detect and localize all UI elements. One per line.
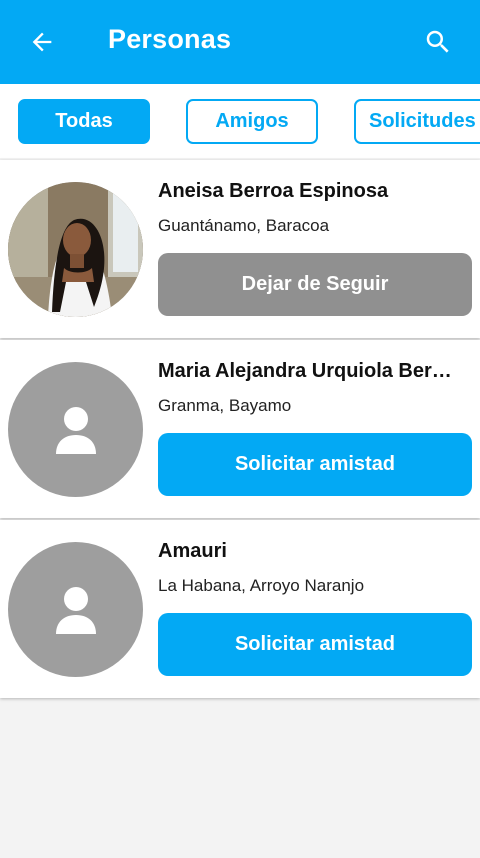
person-placeholder-icon xyxy=(55,406,96,454)
app-bar: Personas xyxy=(0,0,480,84)
person-card: Aneisa Berroa Espinosa Guantánamo, Barac… xyxy=(0,160,480,338)
request-friendship-button[interactable]: Solicitar amistad xyxy=(158,433,472,496)
page-title: Personas xyxy=(108,24,232,54)
request-friendship-button[interactable]: Solicitar amistad xyxy=(158,613,472,676)
arrow-back-icon xyxy=(32,32,52,52)
person-location: La Habana, Arroyo Naranjo xyxy=(158,576,365,595)
search-button[interactable] xyxy=(416,22,460,62)
avatar-photo[interactable] xyxy=(8,182,143,317)
person-location: Granma, Bayamo xyxy=(158,396,292,415)
avatar-placeholder[interactable] xyxy=(8,542,143,677)
tab-solicitudes[interactable]: Solicitudes Recibidas xyxy=(354,99,480,144)
person-name[interactable]: Amauri xyxy=(158,540,458,563)
tab-amigos[interactable]: Amigos xyxy=(186,99,318,144)
person-name[interactable]: Maria Alejandra Urquiola Berroa xyxy=(158,360,458,383)
person-card: Amauri La Habana, Arroyo Naranjo Solicit… xyxy=(0,520,480,698)
avatar-placeholder[interactable] xyxy=(8,362,143,497)
person-card: Maria Alejandra Urquiola Berroa Granma, … xyxy=(0,340,480,518)
person-name[interactable]: Aneisa Berroa Espinosa xyxy=(158,180,458,203)
person-placeholder-icon xyxy=(55,586,96,634)
back-button[interactable] xyxy=(22,22,62,62)
search-icon xyxy=(426,30,449,53)
tab-todas[interactable]: Todas xyxy=(18,99,150,144)
unfollow-button[interactable]: Dejar de Seguir xyxy=(158,253,472,316)
profile-photo xyxy=(8,182,143,317)
filter-tabs: Todas Amigos Solicitudes Recibidas xyxy=(0,84,480,158)
person-location: Guantánamo, Baracoa xyxy=(158,216,330,235)
